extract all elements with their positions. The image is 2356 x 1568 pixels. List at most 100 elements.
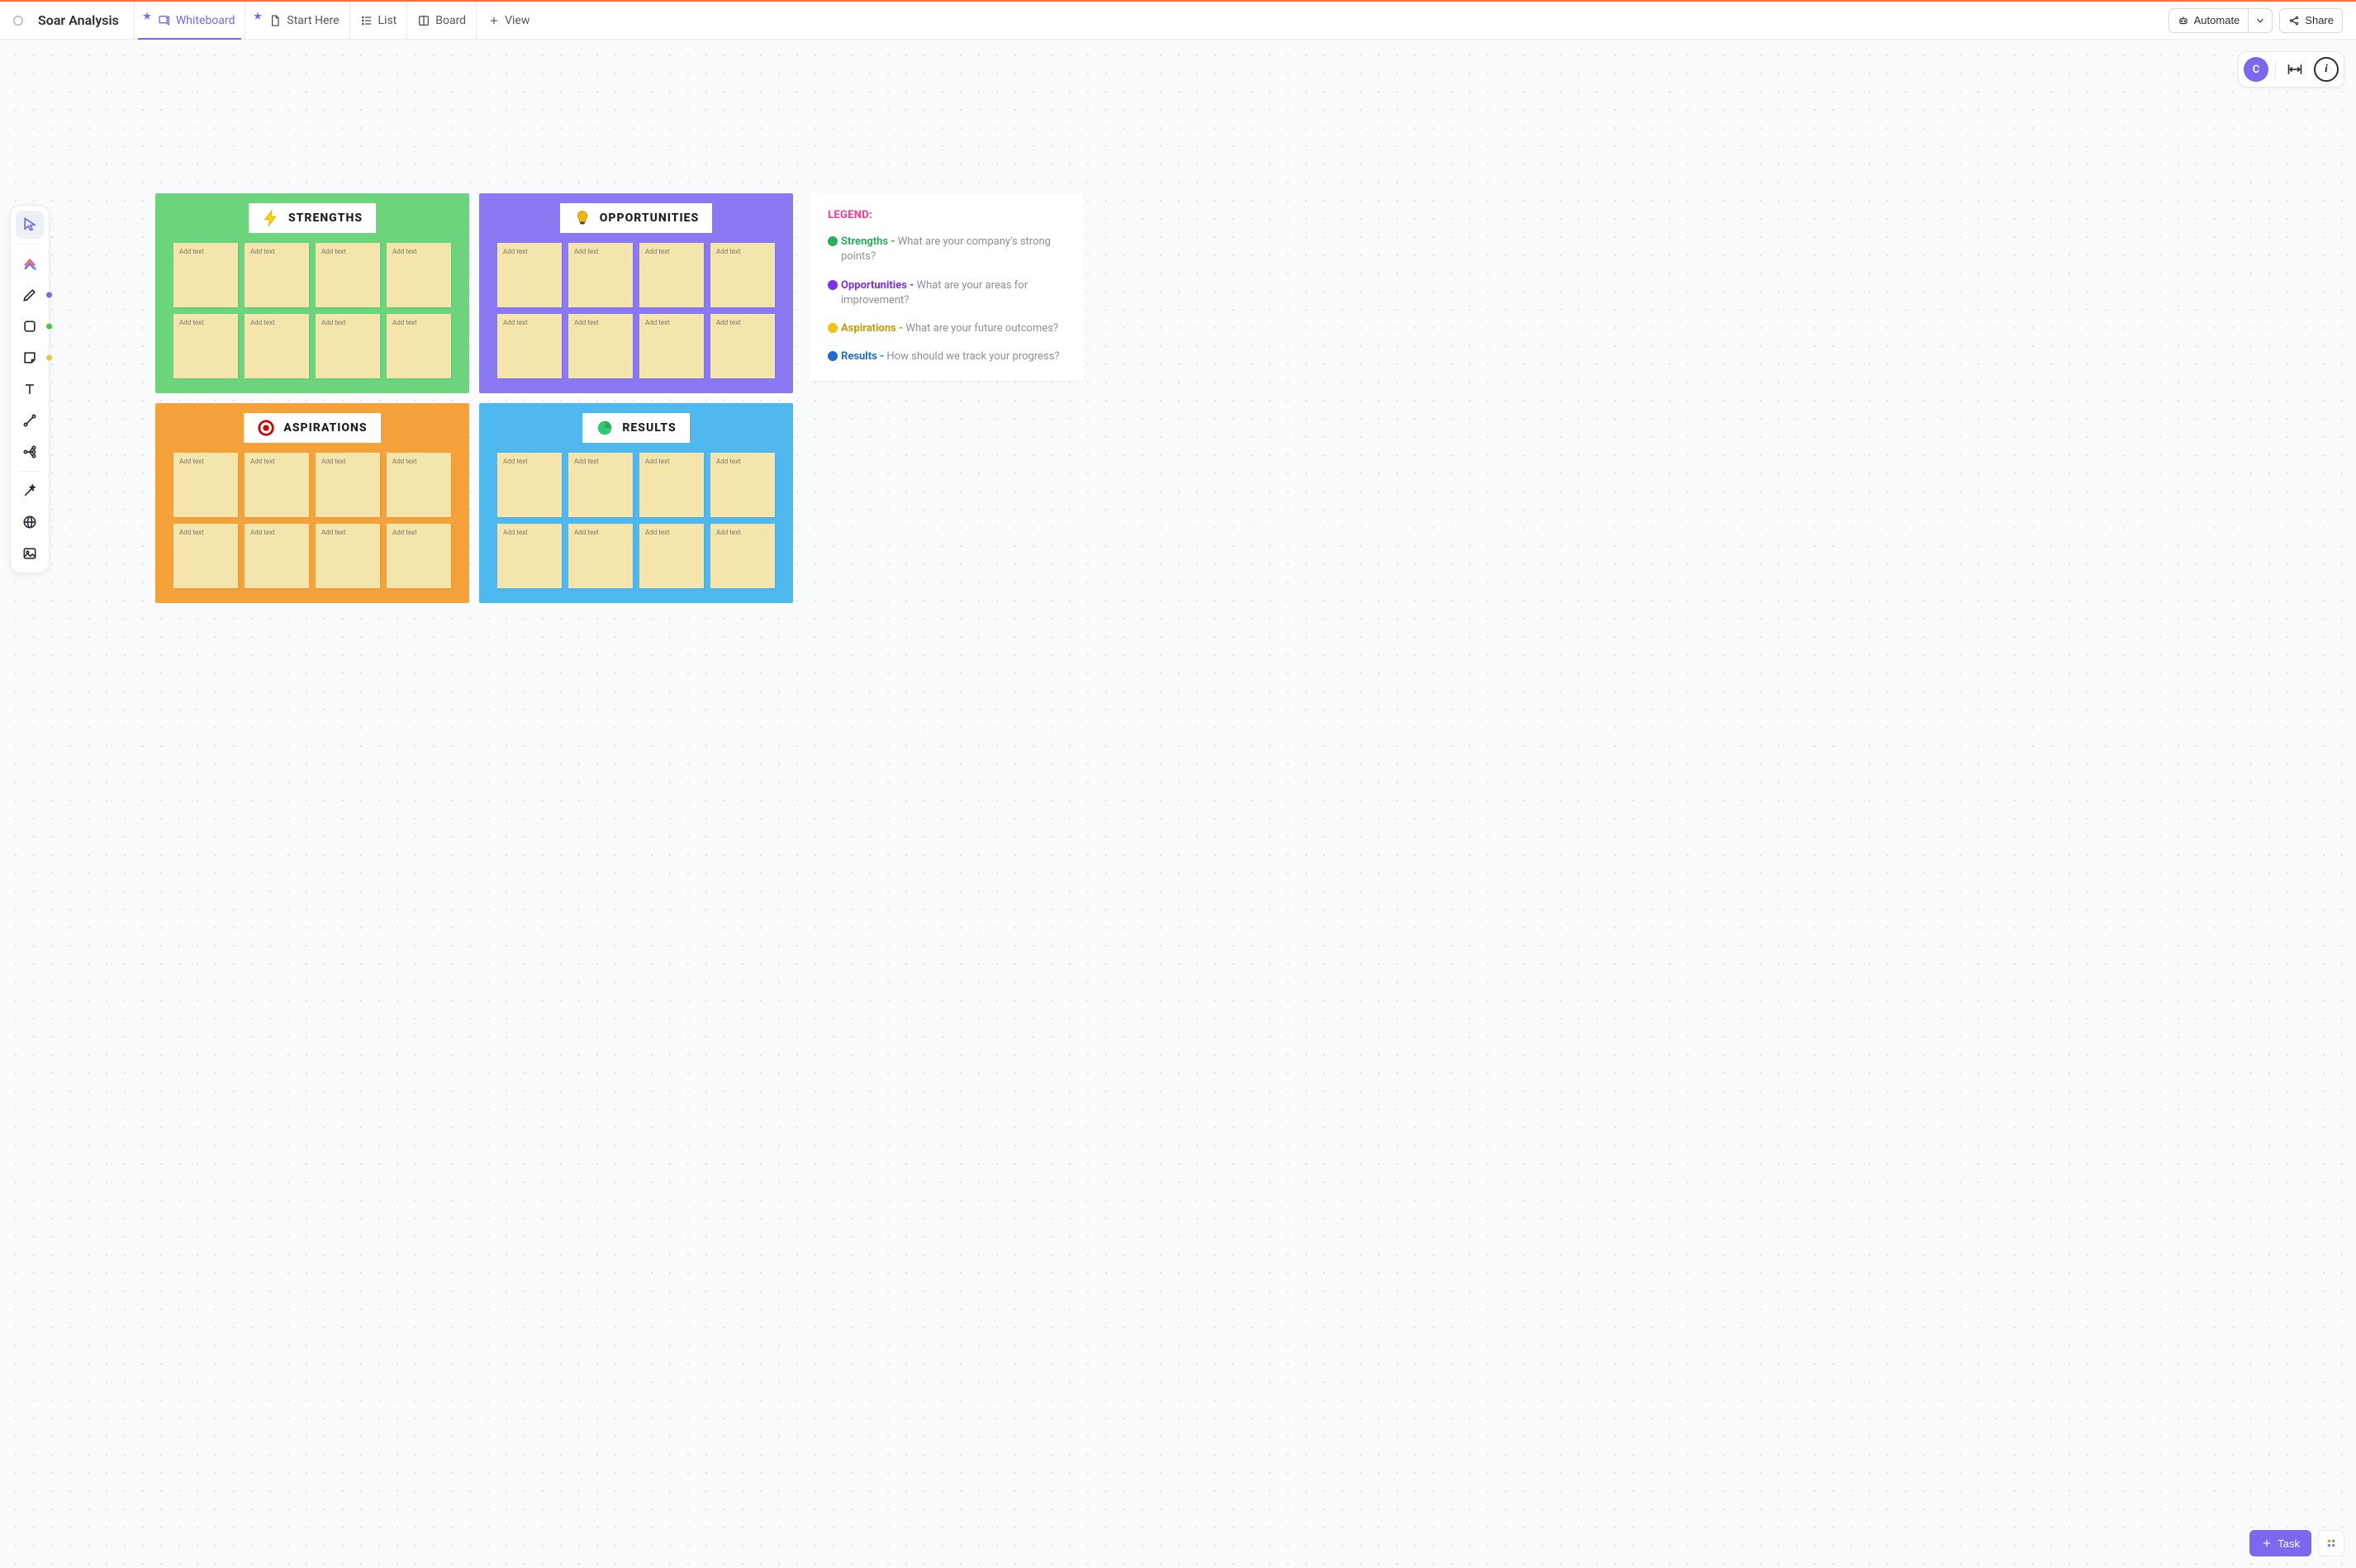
board-title: RESULTS: [622, 421, 676, 435]
legend-title: LEGEND:: [828, 208, 1066, 223]
share-icon: [2288, 15, 2300, 26]
sticky-note[interactable]: Add text: [173, 524, 238, 588]
legend-row: Aspirations - What are your future outco…: [828, 321, 1066, 336]
magic-icon: [21, 482, 38, 499]
sticky-note[interactable]: Add text: [387, 243, 451, 307]
sticky-note[interactable]: Add text: [710, 453, 775, 517]
sticky-note[interactable]: Add text: [245, 453, 309, 517]
tool-pen[interactable]: [16, 281, 44, 309]
avatar[interactable]: C: [2244, 57, 2268, 82]
notes-grid: Add text Add text Add text Add text Add …: [497, 453, 775, 588]
svg-text:+: +: [33, 265, 37, 272]
globe-icon: [21, 514, 38, 530]
chevron-down-icon: [2254, 15, 2266, 26]
sticky-note[interactable]: Add text: [316, 314, 380, 378]
legend-card[interactable]: LEGEND: Strengths - What are your compan…: [810, 193, 1084, 381]
sticky-note[interactable]: Add text: [387, 314, 451, 378]
tool-web[interactable]: [16, 508, 44, 536]
sticky-note[interactable]: Add text: [173, 453, 238, 517]
target-icon: [257, 419, 275, 437]
info-button[interactable]: i: [2314, 57, 2339, 82]
sticky-note[interactable]: Add text: [387, 453, 451, 517]
sticky-note[interactable]: Add text: [316, 524, 380, 588]
pen-icon: [21, 287, 38, 303]
tool-magic[interactable]: [16, 477, 44, 505]
apps-icon: [2325, 1537, 2338, 1550]
board-results[interactable]: RESULTS Add text Add text Add text Add t…: [479, 403, 793, 603]
pie-icon: [596, 419, 614, 437]
notes-grid: Add text Add text Add text Add text Add …: [497, 243, 775, 378]
plus-icon: [2261, 1537, 2273, 1549]
legend-dot-green: [828, 236, 838, 246]
legend-dot-blue: [828, 351, 838, 361]
document-icon: [268, 14, 282, 27]
sticky-note[interactable]: Add text: [639, 524, 704, 588]
sticky-note[interactable]: Add text: [497, 453, 562, 517]
legend-dot-yellow: [828, 323, 838, 333]
sticky-note[interactable]: Add text: [710, 314, 775, 378]
board-opportunities[interactable]: OPPORTUNITIES Add text Add text Add text…: [479, 193, 793, 393]
sticky-note[interactable]: Add text: [316, 243, 380, 307]
legend-term: Aspirations: [841, 322, 896, 335]
topbar-actions: Automate Share: [2168, 8, 2349, 33]
page-title[interactable]: Soar Analysis: [35, 7, 122, 33]
fit-width-icon: [2287, 61, 2303, 78]
sticky-note[interactable]: Add text: [639, 453, 704, 517]
sticky-note[interactable]: Add text: [568, 243, 633, 307]
notes-grid: Add text Add text Add text Add text Add …: [173, 243, 451, 378]
apps-button[interactable]: [2318, 1530, 2344, 1556]
tool-text[interactable]: [16, 375, 44, 403]
tab-start-here[interactable]: Start Here: [245, 2, 349, 39]
sticky-note[interactable]: Add text: [497, 314, 562, 378]
automate-dropdown[interactable]: [2248, 8, 2273, 33]
sticky-note[interactable]: Add text: [173, 243, 238, 307]
add-view-button[interactable]: View: [476, 2, 541, 39]
sticky-note[interactable]: Add text: [497, 243, 562, 307]
sticky-note[interactable]: Add text: [710, 524, 775, 588]
image-icon: [21, 545, 38, 562]
automate-button[interactable]: Automate: [2168, 8, 2249, 33]
tool-mindmap[interactable]: [16, 438, 44, 466]
legend-row: Results - How should we track your progr…: [828, 349, 1066, 364]
new-task-button[interactable]: Task: [2249, 1530, 2311, 1556]
tab-board[interactable]: Board: [406, 2, 476, 39]
robot-icon: [2178, 15, 2189, 26]
notes-grid: Add text Add text Add text Add text Add …: [173, 453, 451, 588]
whiteboard-icon: [158, 14, 171, 27]
cursor-icon: [21, 216, 38, 233]
legend-term: Results: [841, 350, 877, 363]
top-bar: Soar Analysis Whiteboard Start Here List…: [0, 0, 2356, 40]
bolt-icon: [262, 209, 280, 227]
tool-clickup[interactable]: +: [16, 249, 44, 278]
tool-sticky[interactable]: [16, 344, 44, 372]
legend-desc: How should we track your progress?: [886, 350, 1059, 363]
sticky-note[interactable]: Add text: [387, 524, 451, 588]
sticky-note[interactable]: Add text: [497, 524, 562, 588]
board-aspirations[interactable]: ASPIRATIONS Add text Add text Add text A…: [155, 403, 469, 603]
board-strengths[interactable]: STRENGTHS Add text Add text Add text Add…: [155, 193, 469, 393]
sticky-note[interactable]: Add text: [568, 453, 633, 517]
fit-width-button[interactable]: [2282, 57, 2307, 82]
sticky-note[interactable]: Add text: [710, 243, 775, 307]
board-header: ASPIRATIONS: [244, 413, 380, 443]
sticky-note[interactable]: Add text: [568, 524, 633, 588]
sticky-note[interactable]: Add text: [245, 243, 309, 307]
sticky-note[interactable]: Add text: [316, 453, 380, 517]
tab-whiteboard[interactable]: Whiteboard: [134, 2, 245, 39]
tab-list[interactable]: List: [349, 2, 407, 39]
share-button[interactable]: Share: [2279, 8, 2343, 33]
sticky-note[interactable]: Add text: [173, 314, 238, 378]
tool-select[interactable]: [16, 211, 44, 239]
status-circle-icon[interactable]: [7, 9, 30, 32]
list-icon: [360, 14, 373, 27]
tool-image[interactable]: [16, 539, 44, 568]
clickup-icon: +: [21, 255, 38, 272]
sticky-note[interactable]: Add text: [639, 314, 704, 378]
tool-shape[interactable]: [16, 312, 44, 340]
sticky-note[interactable]: Add text: [245, 314, 309, 378]
whiteboard-canvas[interactable]: C i +: [0, 40, 2356, 1568]
sticky-note[interactable]: Add text: [568, 314, 633, 378]
sticky-note[interactable]: Add text: [245, 524, 309, 588]
tool-connector[interactable]: [16, 406, 44, 435]
sticky-note[interactable]: Add text: [639, 243, 704, 307]
